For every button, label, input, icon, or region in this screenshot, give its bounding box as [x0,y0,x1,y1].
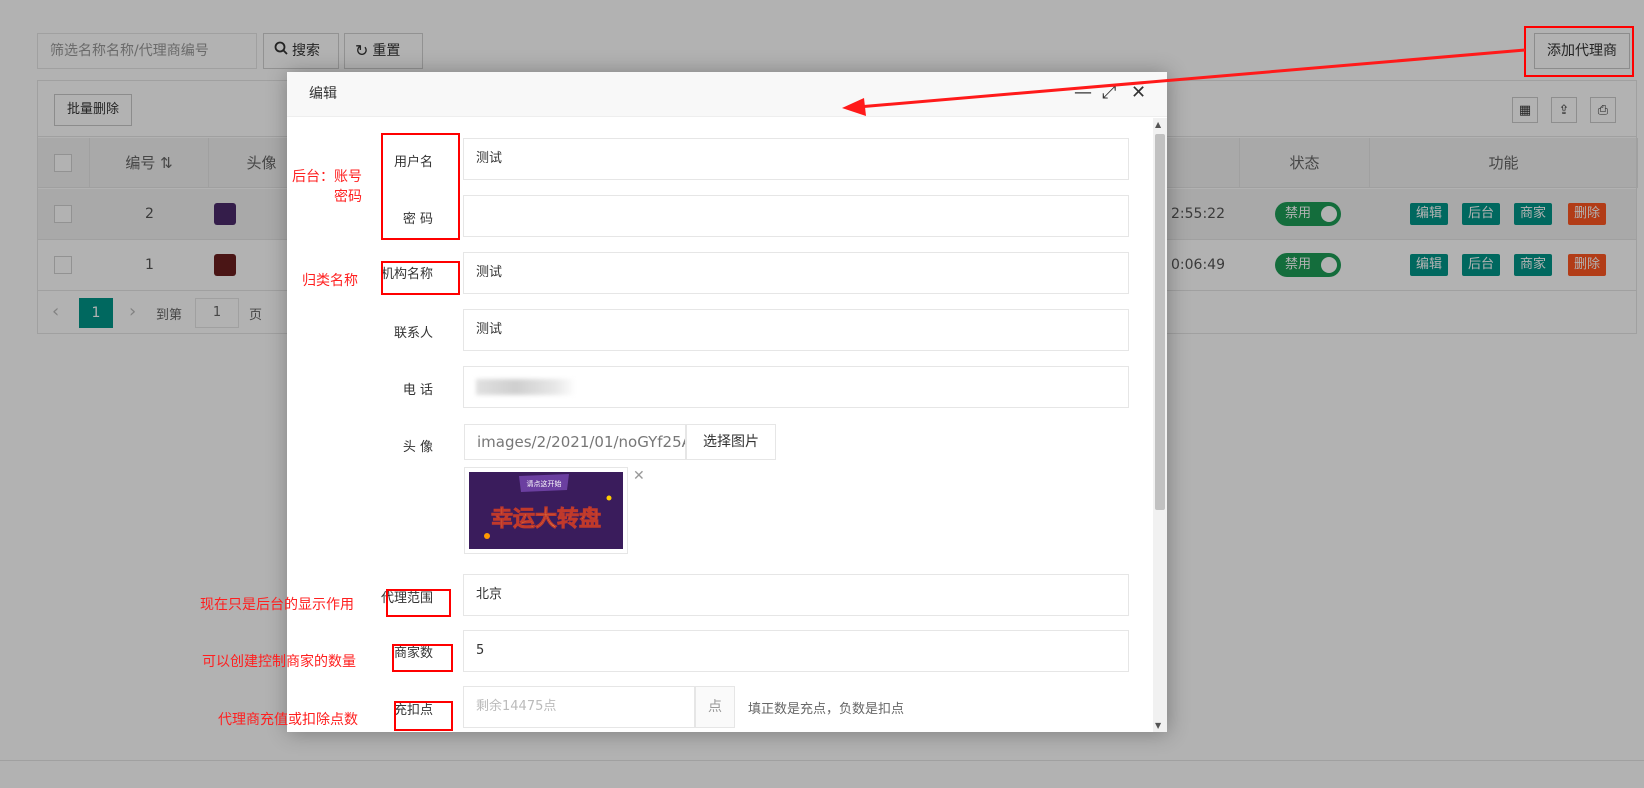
annotation-backend-account: 后台：账号 密码 [292,169,362,205]
annotation-display-only: 现在只是后台的显示作用 [200,597,354,613]
annotation-merchant-limit: 可以创建控制商家的数量 [202,654,356,670]
annotation-points-note: 代理商充值或扣除点数 [218,712,358,728]
annotation-category-name: 归类名称 [302,273,358,289]
annotation-box-account [381,133,460,240]
annotation-box-scope [386,589,451,617]
annotation-box-points [394,701,453,731]
annotation-box-org [381,261,460,295]
annotation-box-merchants [392,644,453,672]
